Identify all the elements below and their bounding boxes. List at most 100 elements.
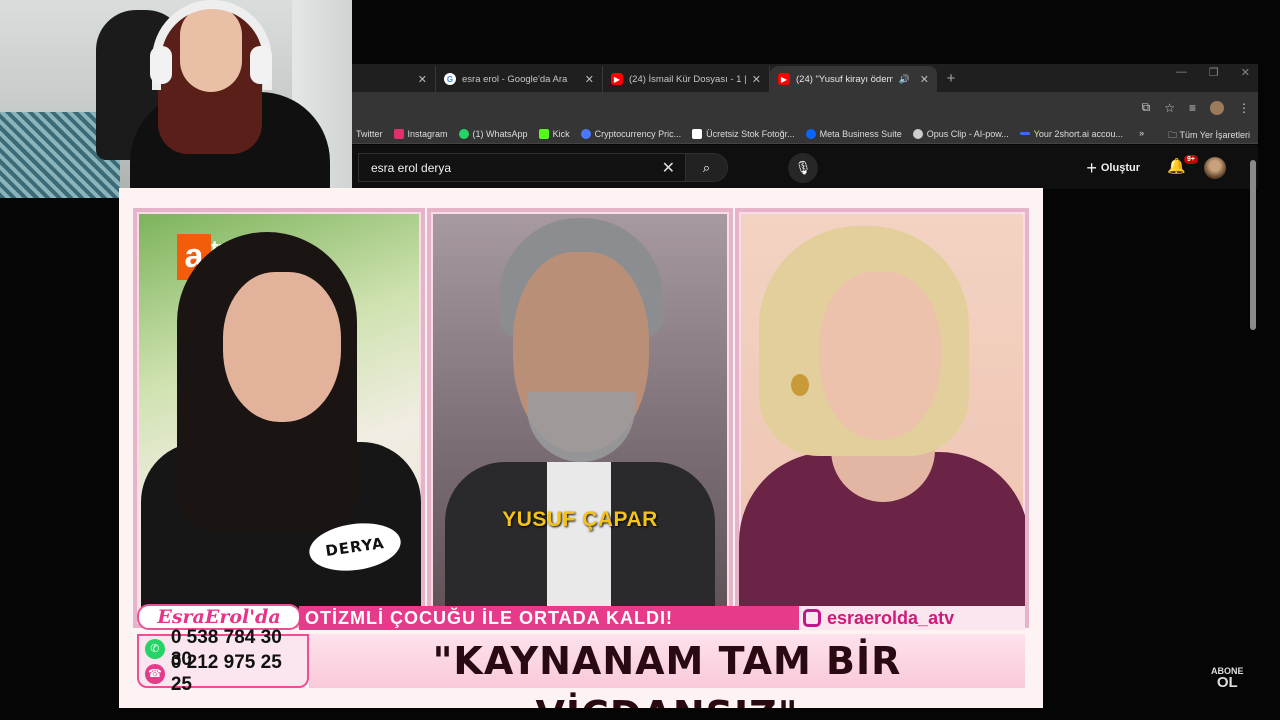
clear-search-icon[interactable]: ✕ (662, 158, 675, 178)
phone-row-2: ☎ 0 212 975 25 25 (139, 652, 307, 695)
bookmark-meta[interactable]: Meta Business Suite (805, 128, 902, 139)
bookmark-label: (1) WhatsApp (472, 128, 528, 139)
headline-banner: "KAYNANAM TAM BİR VİCDANSIZ" (309, 634, 1025, 708)
notification-count-badge: 9+ (1184, 155, 1198, 164)
bookmark-twitter[interactable]: Twitter (356, 129, 383, 139)
folder-icon: 🗀 (1168, 130, 1180, 140)
webcam-overlay (0, 0, 352, 198)
minimize-icon[interactable]: — (1176, 66, 1187, 79)
close-tab-icon[interactable]: ✕ (752, 73, 761, 86)
subscribe-watermark: ABONE OL (1211, 666, 1244, 690)
opus-icon (912, 128, 923, 139)
phone-icon: ☎ (145, 663, 165, 684)
bookmark-kick[interactable]: Kick (538, 128, 570, 139)
bookmark-label: Twitter (356, 128, 383, 139)
tab-google-search[interactable]: G esra erol - Google'da Ara ✕ (436, 66, 603, 92)
kick-icon (538, 128, 549, 139)
phone-box: ✆ 0 538 784 30 30 ☎ 0 212 975 25 25 (137, 627, 309, 695)
meta-icon (805, 128, 816, 139)
video-player[interactable]: a tv DERYA YUSUF ÇAPAR EsraEro (119, 188, 1043, 708)
tab-youtube-yusuf[interactable]: ▶ (24) "Yusuf kirayı ödemedi 🔊 ✕ (770, 66, 937, 92)
bookmark-pexels[interactable]: Ücretsiz Stok Fotoğr... (692, 128, 795, 139)
panel-derya: a tv DERYA (133, 208, 425, 628)
close-tab-icon[interactable]: ✕ (585, 73, 594, 86)
close-window-icon[interactable]: ✕ (1241, 66, 1250, 79)
watermark-bottom: OL (1216, 674, 1238, 691)
bookmarks-right: » 🗀 Tüm Yer İşaretleri (1139, 128, 1250, 143)
tab-title: (24) İsmail Kür Dosyası - 1 | Did (629, 73, 746, 85)
instagram-icon (393, 128, 404, 139)
youtube-header: ✕ ⌕ 🎙 + Oluştur 🔔 9+ (352, 145, 1258, 189)
toolbar-icons: ⧉ ☆ ≡ ⋮ (1142, 100, 1250, 115)
bookmark-label: Your 2short.ai accou... (1033, 128, 1123, 139)
microphone-icon: 🎙 (794, 160, 812, 175)
headphone-ear-right (250, 46, 272, 84)
search-button[interactable]: ⌕ (685, 154, 727, 181)
bookmark-label: Cryptocurrency Pric... (594, 128, 682, 139)
page-scrollbar[interactable] (1250, 160, 1256, 330)
bookmark-instagram[interactable]: Instagram (393, 128, 448, 139)
yusuf-beard (527, 392, 635, 462)
bookmark-star-icon[interactable]: ☆ (1164, 101, 1175, 115)
instagram-icon (803, 609, 821, 627)
bookmark-opus[interactable]: Opus Clip - AI-pow... (912, 128, 1009, 139)
screen: ✕ G esra erol - Google'da Ara ✕ ▶ (24) İ… (0, 0, 1280, 720)
topic-strip: OTİZMLİ ÇOCUĞU İLE ORTADA KALDI! (299, 606, 799, 630)
bookmark-2short[interactable]: Your 2short.ai accou... (1019, 128, 1123, 139)
tab-title: (24) "Yusuf kirayı ödemedi (796, 73, 893, 85)
tab-title: esra erol - Google'da Ara (462, 73, 568, 85)
browser-toolbar: ⧉ ☆ ≡ ⋮ (352, 92, 1258, 124)
panel-host (735, 208, 1029, 628)
phone-number-2: 0 212 975 25 25 (170, 651, 282, 695)
more-bookmarks-icon[interactable]: » (1139, 128, 1144, 143)
tab-blank[interactable]: ✕ (352, 66, 436, 92)
bookmark-label: Kick (552, 128, 570, 139)
bookmark-whatsapp[interactable]: (1) WhatsApp (458, 128, 528, 139)
headphone-ear-left (150, 46, 172, 84)
close-tab-icon[interactable]: ✕ (418, 73, 427, 86)
bookmark-label: Meta Business Suite (819, 128, 902, 139)
voice-search-button[interactable]: 🎙 (788, 153, 818, 183)
youtube-icon: ▶ (611, 73, 623, 85)
bookmark-crypto[interactable]: Cryptocurrency Pric... (580, 128, 682, 139)
youtube-icon: ▶ (778, 73, 790, 85)
search-icon: ⌕ (702, 159, 711, 175)
create-button[interactable]: + Oluştur (1080, 155, 1146, 181)
new-tab-button[interactable]: + (937, 66, 965, 92)
maximize-icon[interactable]: ❐ (1209, 66, 1219, 79)
window-controls: — ❐ ✕ (1176, 66, 1250, 79)
profile-avatar-icon[interactable] (1210, 100, 1224, 115)
lower-third: EsraErol'da OTİZMLİ ÇOCUĞU İLE ORTADA KA… (133, 602, 1029, 708)
whatsapp-icon: ✆ (145, 638, 165, 659)
close-tab-icon[interactable]: ✕ (920, 73, 929, 86)
tab-youtube-ismail[interactable]: ▶ (24) İsmail Kür Dosyası - 1 | Did ✕ (603, 66, 770, 92)
instagram-handle-box: esraerolda_atv (799, 606, 1025, 630)
person-caption: YUSUF ÇAPAR (502, 508, 658, 531)
bookmark-label: Ücretsiz Stok Fotoğr... (706, 128, 795, 139)
menu-kebab-icon[interactable]: ⋮ (1238, 101, 1250, 115)
2short-icon (1019, 132, 1030, 135)
all-bookmarks[interactable]: 🗀 Tüm Yer İşaretleri (1168, 128, 1250, 143)
bookmark-label: Opus Clip - AI-pow... (926, 128, 1009, 139)
search-box: ✕ ⌕ (358, 153, 728, 182)
install-app-icon[interactable]: ⧉ (1142, 100, 1151, 115)
derya-face (223, 272, 341, 422)
account-avatar[interactable] (1204, 157, 1226, 179)
crypto-icon (580, 128, 591, 139)
bookmark-label: Instagram (407, 128, 448, 139)
google-icon: G (444, 73, 456, 85)
pexels-icon (692, 128, 703, 139)
all-bookmarks-label: Tüm Yer İşaretleri (1179, 130, 1250, 140)
audio-playing-icon[interactable]: 🔊 (899, 74, 910, 85)
bookmarks-bar: Twitter Instagram (1) WhatsApp Kick Cryp… (352, 124, 1258, 144)
instagram-handle: esraerolda_atv (827, 608, 955, 628)
plus-icon: + (1086, 157, 1097, 178)
host-face (819, 272, 941, 440)
earring-icon (791, 374, 809, 396)
create-label: Oluştur (1100, 162, 1140, 174)
panel-yusuf: YUSUF ÇAPAR (427, 208, 733, 628)
search-input[interactable] (359, 154, 689, 181)
media-control-icon[interactable]: ≡ (1189, 101, 1196, 115)
whatsapp-icon (458, 128, 469, 139)
browser-tab-strip: ✕ G esra erol - Google'da Ara ✕ ▶ (24) İ… (352, 64, 1258, 92)
